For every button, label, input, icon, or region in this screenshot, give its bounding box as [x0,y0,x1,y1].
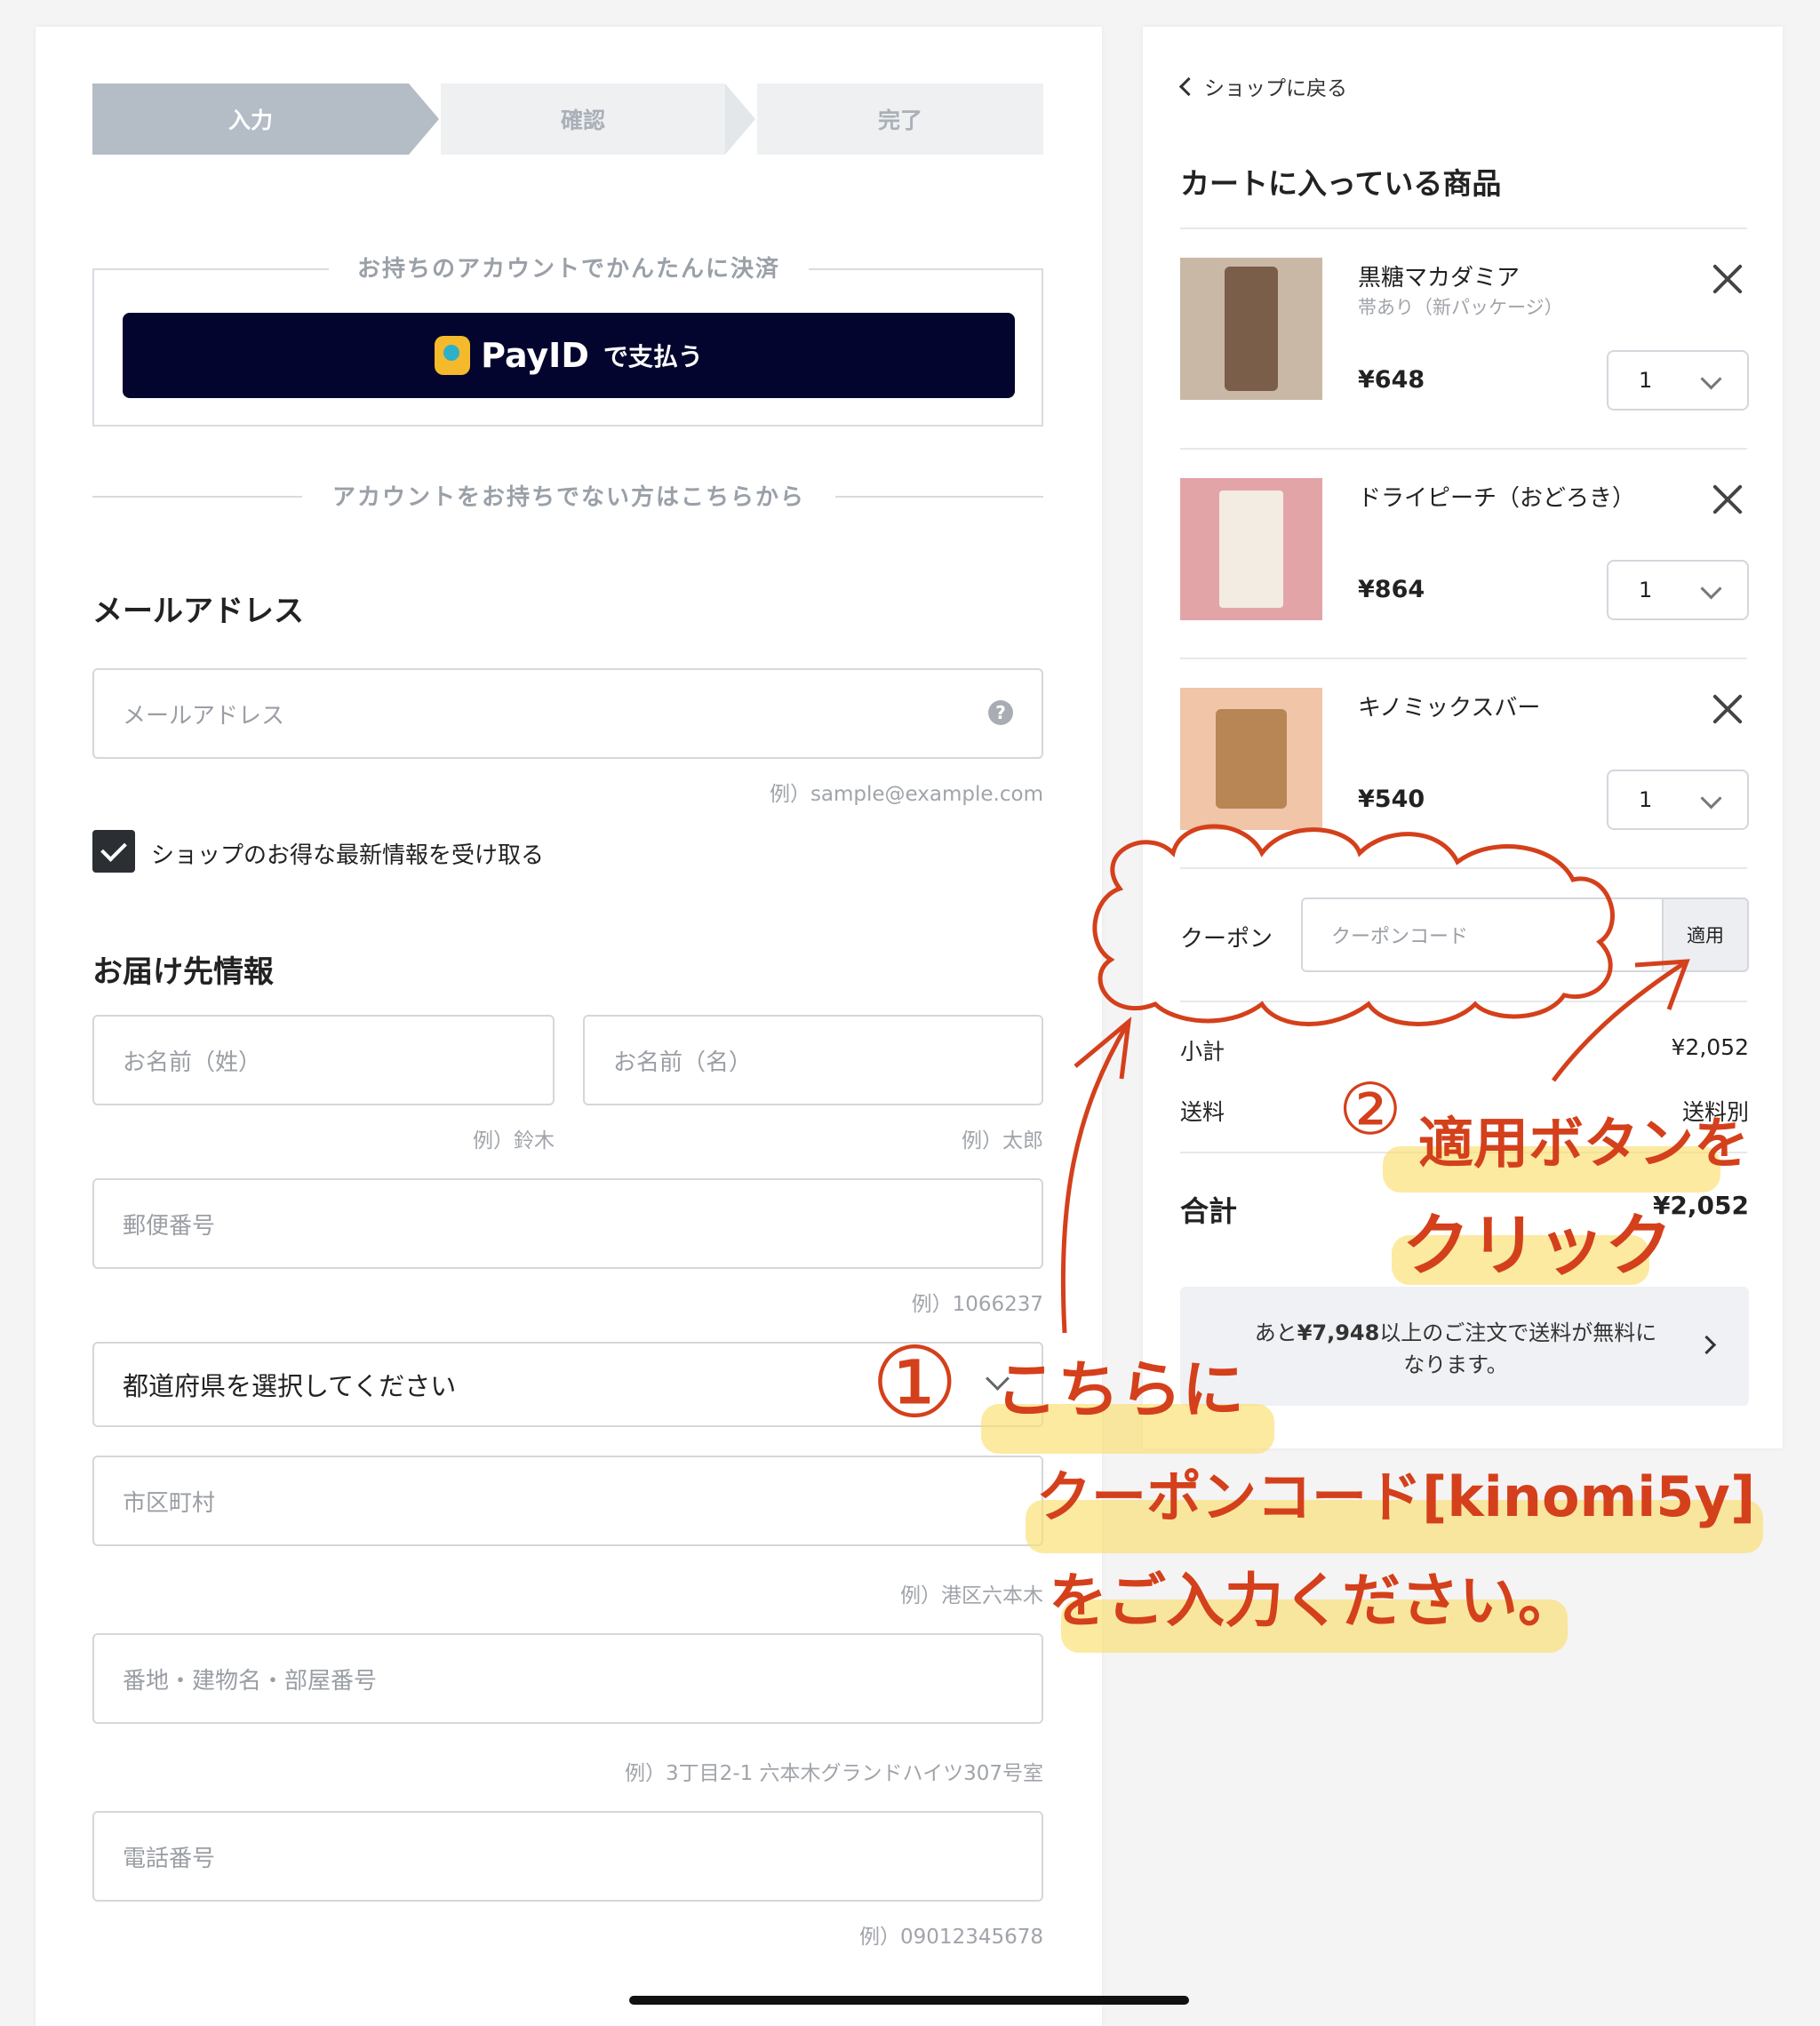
step-input: 入力 [92,84,409,155]
no-account-label: アカウントをお持ちでない方はこちらから [302,479,835,514]
annotation-step1-line2: クーポンコード[kinomi5y] [1036,1464,1756,1529]
coupon-input[interactable]: クーポンコード [1301,897,1664,972]
annotation-step1-line3: をご入力ください。 [1049,1567,1577,1635]
apply-label: 適用 [1687,925,1724,946]
divider-line [1180,227,1747,229]
total-label: 合計 [1180,1194,1238,1228]
help-icon[interactable]: ? [988,700,1013,725]
first-name-hint: 例）太郎 [962,1129,1043,1153]
free-shipping-notice[interactable]: あと¥7,948以上のご注文で送料が無料に なります。 [1180,1287,1749,1406]
product-thumbnail[interactable] [1180,478,1322,620]
product-price: ¥540 [1358,786,1425,813]
address-placeholder: 番地・建物名・部屋番号 [123,1667,378,1695]
step-arrow [409,84,439,155]
payid-logo-icon [435,336,471,375]
coupon-placeholder: クーポンコード [1331,926,1469,948]
phone-hint: 例）09012345678 [859,1926,1043,1949]
quantity-select[interactable]: 1 [1607,560,1749,620]
city-placeholder: 市区町村 [123,1489,216,1517]
address-hint: 例）3丁目2-1 六本木グランドハイツ307号室 [625,1762,1043,1785]
prefecture-value: 都道府県を選択してください [123,1371,457,1401]
product-name: ドライピーチ（おどろき） [1358,485,1636,512]
step-complete-label: 完了 [877,108,922,133]
postal-placeholder: 郵便番号 [123,1212,216,1240]
newsletter-label: ショップのお得な最新情報を受け取る [151,842,545,869]
step-confirm-label: 確認 [560,108,605,133]
annotation-step1-number: ① [871,1326,959,1440]
payid-button[interactable]: PayID で支払う [123,313,1015,398]
shipping-label: 送料 [1180,1099,1225,1125]
email-field[interactable]: メールアドレス [92,668,1043,759]
quantity-select[interactable]: 1 [1607,770,1749,830]
city-hint: 例）港区六本木 [900,1584,1043,1607]
postal-code-field[interactable]: 郵便番号 [92,1178,1043,1269]
product-variant: 帯あり（新パッケージ） [1358,297,1563,318]
chevron-down-icon [1700,578,1722,600]
email-title: メールアドレス [92,594,304,629]
address-field[interactable]: 番地・建物名・部屋番号 [92,1633,1043,1724]
shipping-title: お届け先情報 [92,954,274,990]
product-name: 黒糖マカダミア [1358,265,1521,291]
coupon-label: クーポン [1180,926,1273,953]
subtotal-value: ¥2,052 [1671,1034,1749,1060]
cart-title: カートに入っている商品 [1180,166,1502,201]
product-thumbnail[interactable] [1180,688,1322,830]
step-input-label: 入力 [228,108,273,133]
chevron-down-icon [1700,368,1722,390]
remove-item-icon[interactable] [1712,483,1744,515]
apply-coupon-button[interactable]: 適用 [1662,897,1749,972]
back-link-label: ショップに戻る [1204,77,1347,100]
step-arrow [725,84,755,155]
free-ship-line2: なります。 [1403,1352,1508,1377]
step-complete: 完了 [757,84,1043,155]
phone-field[interactable]: 電話番号 [92,1811,1043,1902]
email-hint: 例）sample@example.com [769,783,1043,806]
last-name-hint: 例）鈴木 [473,1129,555,1153]
first-name-placeholder: お名前（名） [613,1049,753,1076]
product-price: ¥648 [1358,366,1425,394]
divider-line [1180,867,1747,869]
phone-placeholder: 電話番号 [123,1845,216,1872]
city-field[interactable]: 市区町村 [92,1456,1043,1546]
step-confirm: 確認 [441,84,725,155]
product-price: ¥864 [1358,576,1425,603]
free-ship-amount: ¥7,948 [1297,1320,1380,1345]
payid-section-label: お持ちのアカウントでかんたんに決済 [329,251,809,286]
quantity-value: 1 [1639,578,1653,602]
quantity-value: 1 [1639,787,1653,812]
subtotal-label: 小計 [1180,1039,1225,1065]
payid-suffix: で支払う [603,342,703,371]
annotation-step2-number: ② [1338,1068,1402,1151]
annotation-step2-line1: 適用ボタンを [1418,1111,1750,1176]
chevron-down-icon [1700,787,1722,810]
back-to-shop-link[interactable]: ショップに戻る [1178,71,1347,101]
home-indicator [629,1996,1189,2005]
postal-hint: 例）1066237 [911,1293,1043,1316]
email-placeholder: メールアドレス [123,702,285,730]
divider-line [1180,1001,1747,1002]
payid-brand: PayID [481,336,589,375]
remove-item-icon[interactable] [1712,263,1744,295]
first-name-field[interactable]: お名前（名） [583,1015,1043,1105]
free-ship-prefix: あと [1254,1320,1297,1345]
product-thumbnail[interactable] [1180,258,1322,400]
check-icon [100,835,127,862]
last-name-placeholder: お名前（姓） [123,1049,262,1076]
divider-line [1180,658,1747,659]
quantity-value: 1 [1639,368,1653,393]
quantity-select[interactable]: 1 [1607,350,1749,411]
newsletter-checkbox[interactable] [92,830,135,873]
annotation-step2-line2: クリック [1402,1206,1672,1285]
last-name-field[interactable]: お名前（姓） [92,1015,555,1105]
annotation-step1-line1: こちらに [995,1353,1244,1426]
chevron-left-icon [1178,76,1199,96]
product-name: キノミックスバー [1358,695,1541,722]
remove-item-icon[interactable] [1712,693,1744,725]
free-ship-line1: 以上のご注文で送料が無料に [1379,1320,1657,1345]
divider-line [1180,448,1747,450]
